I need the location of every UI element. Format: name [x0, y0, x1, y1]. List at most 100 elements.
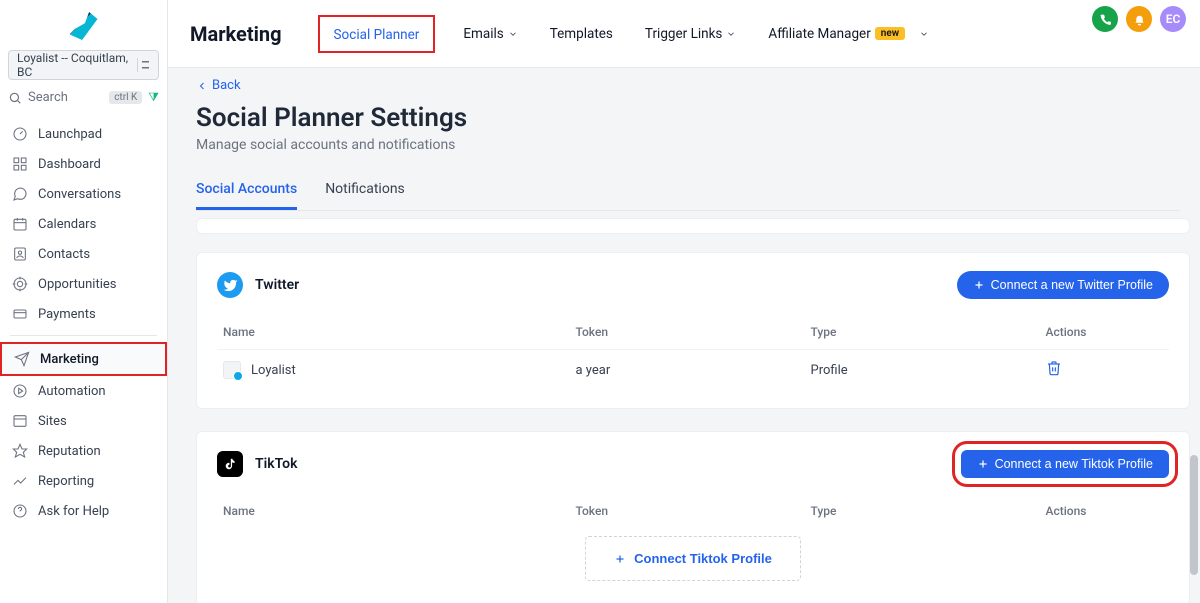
send-icon — [14, 351, 30, 367]
sidebar-item-contacts[interactable]: Contacts — [0, 239, 167, 269]
chevron-down-icon — [919, 29, 929, 39]
sidebar-label: Reputation — [38, 444, 101, 459]
button-label: Connect a new Tiktok Profile — [995, 457, 1153, 471]
table-header: Name Token Type Actions — [217, 494, 1169, 528]
tab-label: Templates — [550, 26, 613, 42]
button-label: Connect a new Twitter Profile — [991, 278, 1153, 292]
delete-button[interactable] — [1046, 360, 1164, 380]
subtabs: Social Accounts Notifications — [196, 175, 1180, 211]
sidebar-label: Marketing — [40, 352, 99, 367]
scrollbar-track[interactable] — [1190, 215, 1198, 595]
back-label: Back — [212, 78, 241, 93]
play-circle-icon — [12, 383, 28, 399]
scrollbar-thumb[interactable] — [1190, 455, 1198, 575]
page-title: Social Planner Settings — [196, 103, 1180, 133]
subtab-label: Notifications — [325, 181, 405, 197]
plus-icon — [977, 458, 989, 470]
sidebar: Loyalist -- Coquitlam, BC Search ctrl K … — [0, 0, 168, 603]
sidebar-label: Reporting — [38, 474, 94, 489]
subtab-label: Social Accounts — [196, 181, 297, 197]
sidebar-item-conversations[interactable]: Conversations — [0, 179, 167, 209]
tiktok-card: TikTok Connect a new Tiktok Profile Name… — [196, 431, 1190, 603]
sidebar-label: Automation — [38, 384, 106, 399]
grid-icon — [12, 156, 28, 172]
sidebar-label: Launchpad — [38, 127, 102, 142]
tab-affiliate-manager[interactable]: Affiliate Manager new — [764, 20, 933, 48]
back-link[interactable]: Back — [196, 78, 1180, 93]
sidebar-nav: Launchpad Dashboard Conversations Calend… — [0, 115, 167, 526]
subtab-notifications[interactable]: Notifications — [325, 175, 405, 210]
sidebar-item-ask-for-help[interactable]: Ask for Help — [0, 496, 167, 526]
scroll-area[interactable]: Twitter Connect a new Twitter Profile Na… — [196, 218, 1190, 603]
calendar-icon — [12, 216, 28, 232]
sidebar-item-reputation[interactable]: Reputation — [0, 436, 167, 466]
plus-icon — [614, 553, 626, 565]
col-token: Token — [576, 325, 811, 339]
tab-label: Affiliate Manager — [768, 26, 870, 42]
twitter-title: Twitter — [255, 277, 299, 293]
notifications-button[interactable] — [1126, 6, 1152, 32]
sidebar-label: Calendars — [38, 217, 96, 232]
sidebar-search[interactable]: Search ctrl K ⧩ — [0, 90, 167, 115]
col-name: Name — [223, 325, 576, 339]
account-avatar — [223, 361, 241, 379]
gauge-icon — [12, 126, 28, 142]
chat-icon — [12, 186, 28, 202]
account-selector[interactable]: Loyalist -- Coquitlam, BC — [8, 50, 159, 80]
button-label: Connect Tiktok Profile — [634, 551, 772, 566]
search-placeholder: Search — [28, 90, 68, 105]
sidebar-label: Contacts — [38, 247, 90, 262]
connect-tiktok-button[interactable]: Connect a new Tiktok Profile — [961, 450, 1169, 478]
sidebar-item-reporting[interactable]: Reporting — [0, 466, 167, 496]
sidebar-item-opportunities[interactable]: Opportunities — [0, 269, 167, 299]
col-name: Name — [223, 504, 576, 518]
tab-emails[interactable]: Emails — [459, 20, 521, 48]
sidebar-item-dashboard[interactable]: Dashboard — [0, 149, 167, 179]
connect-tiktok-empty-button[interactable]: Connect Tiktok Profile — [585, 536, 801, 581]
sidebar-item-calendars[interactable]: Calendars — [0, 209, 167, 239]
col-type: Type — [811, 504, 1046, 518]
bell-icon — [1133, 13, 1146, 26]
layout-icon — [12, 413, 28, 429]
phone-icon — [1099, 13, 1112, 26]
col-actions: Actions — [1046, 325, 1164, 339]
nav-divider — [10, 335, 157, 336]
phone-button[interactable] — [1092, 6, 1118, 32]
help-icon — [12, 503, 28, 519]
sidebar-label: Dashboard — [38, 157, 101, 172]
tab-trigger-links[interactable]: Trigger Links — [641, 20, 740, 48]
sidebar-item-launchpad[interactable]: Launchpad — [0, 119, 167, 149]
tab-social-planner[interactable]: Social Planner — [318, 15, 436, 53]
previous-card-bottom — [196, 218, 1190, 234]
tab-label: Emails — [463, 26, 503, 42]
target-icon — [12, 276, 28, 292]
sidebar-item-automation[interactable]: Automation — [0, 376, 167, 406]
sidebar-label: Sites — [38, 414, 67, 429]
user-avatar[interactable]: EC — [1160, 6, 1186, 32]
content: Back Social Planner Settings Manage soci… — [168, 68, 1200, 603]
tab-templates[interactable]: Templates — [546, 20, 617, 48]
plus-icon — [973, 279, 985, 291]
contacts-icon — [12, 246, 28, 262]
chevron-down-icon — [508, 29, 518, 39]
bolt-icon: ⧩ — [148, 90, 159, 105]
subtab-social-accounts[interactable]: Social Accounts — [196, 175, 297, 210]
sidebar-item-marketing[interactable]: Marketing — [0, 342, 167, 376]
sidebar-item-sites[interactable]: Sites — [0, 406, 167, 436]
top-actions: EC — [1092, 6, 1186, 32]
star-icon — [12, 443, 28, 459]
sidebar-item-payments[interactable]: Payments — [0, 299, 167, 329]
trash-icon — [1046, 360, 1062, 376]
badge-new: new — [875, 27, 905, 40]
section-title: Marketing — [186, 16, 286, 52]
col-token: Token — [576, 504, 811, 518]
cell-type: Profile — [811, 363, 1046, 378]
tiktok-title: TikTok — [255, 456, 298, 472]
tab-label: Social Planner — [334, 27, 420, 43]
connect-twitter-button[interactable]: Connect a new Twitter Profile — [957, 271, 1169, 299]
col-type: Type — [811, 325, 1046, 339]
twitter-card: Twitter Connect a new Twitter Profile Na… — [196, 252, 1190, 409]
search-kbd: ctrl K — [109, 91, 142, 104]
sidebar-label: Ask for Help — [38, 504, 109, 519]
avatar-initials: EC — [1166, 12, 1181, 26]
